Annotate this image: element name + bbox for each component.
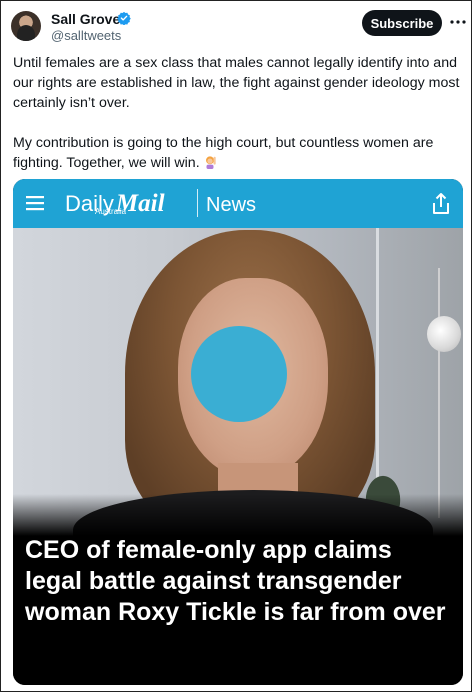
lamp-pole	[438, 268, 440, 518]
logo-region: Australia	[95, 207, 127, 216]
face-blur-circle	[191, 326, 287, 422]
tweet-paragraph: Until females are a sex class that males…	[13, 55, 460, 111]
verified-badge-icon	[117, 11, 131, 25]
woman-raising-hand-emoji	[205, 156, 216, 169]
media-attachment[interactable]: Daily Mail Australia News CEO of female-…	[13, 179, 463, 685]
section-label: News	[206, 194, 257, 216]
hamburger-menu-icon[interactable]	[26, 194, 44, 212]
dailymail-header: Daily Mail Australia News	[13, 179, 463, 228]
share-icon[interactable]	[430, 192, 452, 216]
tweet-text: Until females are a sex class that males…	[13, 53, 465, 173]
video-frame	[13, 228, 463, 538]
header-divider	[197, 189, 198, 217]
lamp	[427, 316, 461, 352]
more-options-icon[interactable]	[449, 13, 467, 31]
tweet-card: Sall Grover @salltweets Subscribe Until …	[0, 0, 472, 692]
avatar[interactable]	[11, 11, 41, 41]
author-handle[interactable]: @salltweets	[51, 28, 121, 43]
author-name[interactable]: Sall Grover	[51, 11, 126, 27]
tweet-paragraph: My contribution is going to the high cou…	[13, 135, 434, 171]
subscribe-button[interactable]: Subscribe	[362, 10, 442, 36]
tweet-paragraph-with-emoji: My contribution is going to the high cou…	[13, 133, 465, 173]
article-headline: CEO of female-only app claims legal batt…	[25, 536, 446, 626]
